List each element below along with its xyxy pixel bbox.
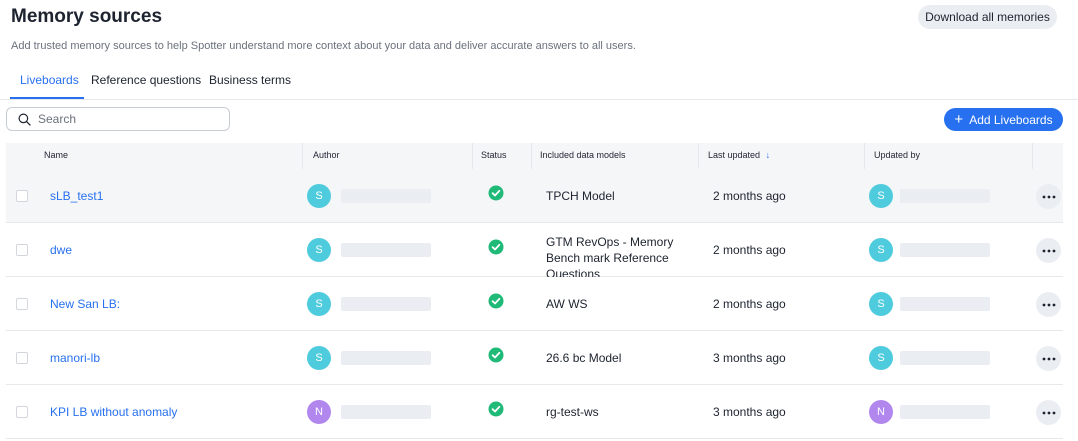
success-check-icon [488,239,504,255]
column-divider [698,143,699,169]
row-checkbox[interactable] [16,352,28,364]
column-header-included-data-models[interactable]: Included data models [540,150,626,160]
page-title: Memory sources [11,6,163,27]
success-check-icon [488,347,504,363]
success-check-icon [488,401,504,417]
included-data-model: GTM RevOps - Memory Bench mark Reference… [546,235,674,281]
liveboard-name-link[interactable]: dwe [50,243,72,257]
updated-by-name-placeholder [900,405,990,419]
column-divider [472,143,473,169]
column-header-last-updated[interactable]: Last updated ↓ [708,150,770,160]
author-name-placeholder [341,189,431,203]
column-divider [531,143,532,169]
tab-business-terms[interactable]: Business terms [209,73,291,87]
last-updated-value: 2 months ago [713,297,786,311]
more-horizontal-icon [1042,249,1055,252]
column-header-updated-by[interactable]: Updated by [874,150,920,160]
search-box[interactable] [6,107,230,131]
success-check-icon [488,185,504,201]
included-data-model: rg-test-ws [546,405,599,419]
column-header-author[interactable]: Author [313,150,340,160]
last-updated-value: 3 months ago [713,405,786,419]
column-header-status[interactable]: Status [481,150,507,160]
table-row[interactable]: KPI LB without anomaly N rg-test-ws 3 mo… [6,385,1063,439]
column-divider [302,143,303,169]
liveboard-name-link[interactable]: New San LB: [50,297,120,311]
tab-bar: Liveboards Reference questions Business … [0,62,1078,100]
updated-by-avatar: S [869,184,893,208]
row-checkbox[interactable] [16,298,28,310]
active-tab-indicator [10,97,84,99]
row-more-options-button[interactable] [1036,400,1061,425]
author-name-placeholder [341,405,431,419]
updated-by-name-placeholder [900,189,990,203]
included-data-model: TPCH Model [546,189,615,203]
search-icon [18,113,31,126]
column-divider [1032,143,1033,169]
table-row[interactable]: dwe S GTM RevOps - Memory Bench mark Ref… [6,223,1063,281]
row-checkbox[interactable] [16,190,28,202]
included-data-model: 26.6 bc Model [546,351,622,365]
liveboard-name-link[interactable]: manori-lb [50,351,100,365]
row-more-options-button[interactable] [1036,238,1061,263]
page-subtitle: Add trusted memory sources to help Spott… [11,40,636,52]
table-row[interactable]: sLB_test1 S TPCH Model 2 months ago S [6,169,1063,223]
updated-by-name-placeholder [900,243,990,257]
row-checkbox[interactable] [16,244,28,256]
add-liveboards-label: Add Liveboards [969,112,1053,127]
updated-by-name-placeholder [900,351,990,365]
author-avatar: S [307,238,331,262]
row-checkbox[interactable] [16,406,28,418]
success-check-icon [488,293,504,309]
row-more-options-button[interactable] [1036,292,1061,317]
table-row[interactable]: manori-lb S 26.6 bc Model 3 months ago S [6,331,1063,385]
more-horizontal-icon [1042,195,1055,198]
updated-by-avatar: S [869,238,893,262]
tab-liveboards[interactable]: Liveboards [20,73,79,87]
more-horizontal-icon [1042,411,1055,414]
search-input[interactable] [38,110,223,128]
author-avatar: N [307,400,331,424]
author-avatar: S [307,184,331,208]
updated-by-avatar: S [869,292,893,316]
liveboard-name-link[interactable]: KPI LB without anomaly [50,405,177,419]
tab-reference-questions[interactable]: Reference questions [91,73,201,87]
included-data-model: AW WS [546,297,588,311]
author-name-placeholder [341,351,431,365]
column-header-name[interactable]: Name [44,150,68,160]
last-updated-value: 3 months ago [713,351,786,365]
more-horizontal-icon [1042,303,1055,306]
author-avatar: S [307,346,331,370]
author-avatar: S [307,292,331,316]
author-name-placeholder [341,243,431,257]
table-header: Name Author Status Included data models … [6,143,1063,169]
sort-descending-icon: ↓ [765,150,771,160]
row-more-options-button[interactable] [1036,184,1061,209]
last-updated-label: Last updated [708,150,761,160]
liveboard-name-link[interactable]: sLB_test1 [50,189,103,203]
table-row[interactable]: New San LB: S AW WS 2 months ago S [6,277,1063,331]
plus-icon: + [954,111,964,128]
column-divider [864,143,865,169]
add-liveboards-button[interactable]: + Add Liveboards [944,108,1063,131]
author-name-placeholder [341,297,431,311]
last-updated-value: 2 months ago [713,189,786,203]
download-all-memories-button[interactable]: Download all memories [918,5,1057,29]
row-more-options-button[interactable] [1036,346,1061,371]
more-horizontal-icon [1042,357,1055,360]
updated-by-avatar: N [869,400,893,424]
last-updated-value: 2 months ago [713,243,786,257]
updated-by-name-placeholder [900,297,990,311]
updated-by-avatar: S [869,346,893,370]
